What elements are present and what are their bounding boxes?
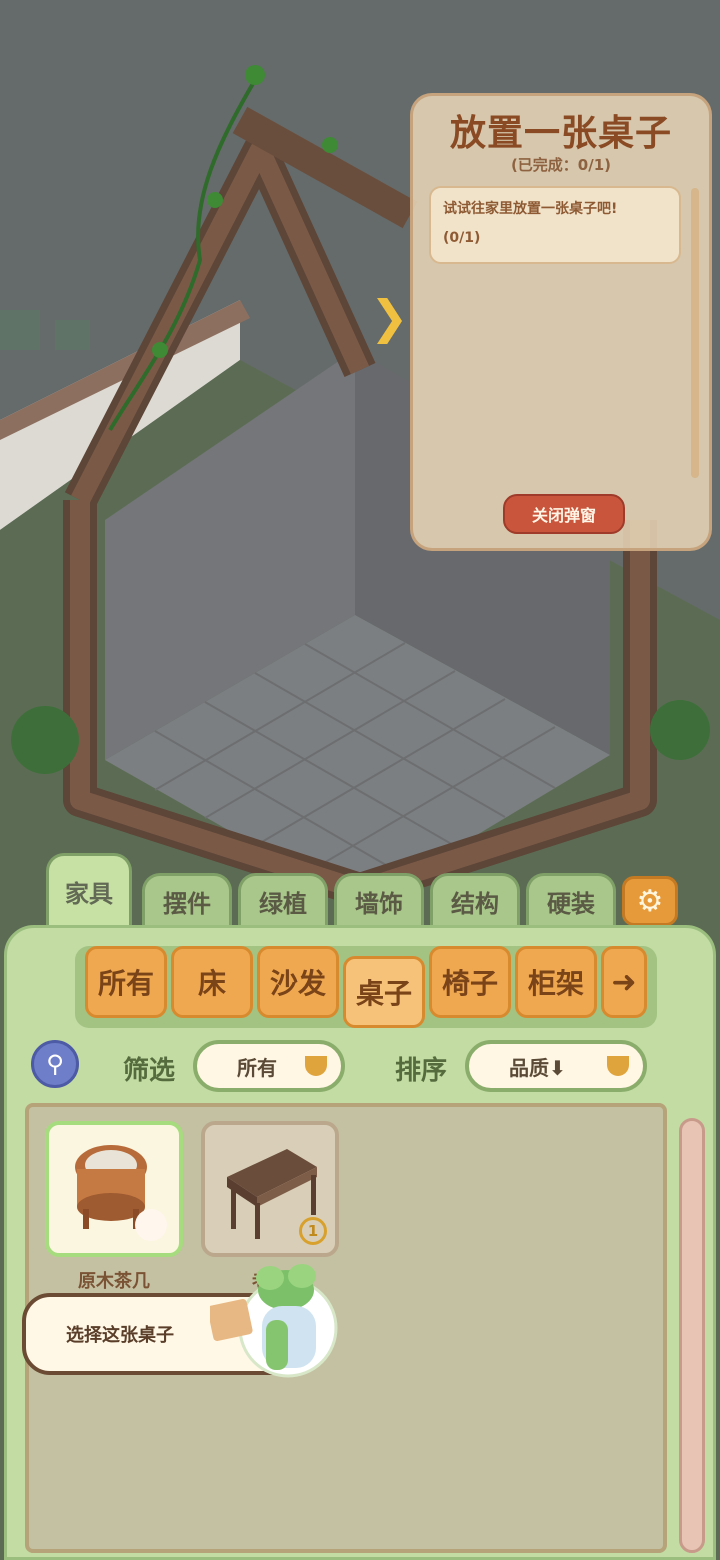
log-coffee-table-icon (75, 1145, 167, 1241)
sort-value: 品质⬇ (509, 1055, 566, 1080)
arrow-right-icon[interactable]: ➜ (601, 946, 647, 1018)
filter-dropdown[interactable]: 所有 (193, 1040, 345, 1092)
tab-hard-decor[interactable]: 硬装 (526, 873, 616, 927)
filter-label: 筛选 (123, 1056, 176, 1086)
tab-ornaments[interactable]: 摆件 (142, 873, 232, 927)
quest-description: 试试往家里放置一张桌子吧! (443, 201, 618, 217)
chevron-down-icon (607, 1056, 629, 1076)
subcat-bed[interactable]: 床 (171, 946, 253, 1018)
chevron-right-icon[interactable]: ❯ (370, 290, 409, 344)
mascot-icon (210, 1264, 338, 1378)
quest-title: 放置一张桌子 (449, 113, 672, 154)
furniture-panel: 所有 床 沙发 桌子 椅子 柜架 ➜ ⚲ 筛选 所有 排序 品质⬇ 原木茶几 1 (4, 925, 716, 1560)
filter-value: 所有 (237, 1055, 277, 1080)
item-card-log-coffee-table[interactable] (45, 1121, 183, 1257)
tab-structure[interactable]: 结构 (430, 873, 520, 927)
magnifier-icon[interactable]: ⚲ (31, 1040, 79, 1088)
subcat-chair[interactable]: 椅子 (429, 946, 511, 1018)
quest-description-box: 试试往家里放置一张桌子吧! (0/1) (429, 186, 681, 264)
sort-dropdown[interactable]: 品质⬇ (465, 1040, 647, 1092)
tutorial-text: 选择这张桌子 (66, 1325, 174, 1346)
item-name: 原木茶几 (78, 1271, 150, 1292)
sort-label: 排序 (395, 1056, 448, 1086)
quest-count: (0/1) (443, 230, 481, 246)
item-count-badge: 1 (299, 1217, 327, 1245)
quest-scrollbar[interactable] (691, 188, 699, 478)
quest-panel: 放置一张桌子 (已完成：0/1) 试试往家里放置一张桌子吧! (0/1) 关闭弹… (410, 93, 712, 551)
tab-wall-decor[interactable]: 墙饰 (334, 873, 424, 927)
subcat-shelf[interactable]: 柜架 (515, 946, 597, 1018)
gear-icon[interactable]: ⚙ (622, 876, 678, 926)
tab-plants[interactable]: 绿植 (238, 873, 328, 927)
chevron-down-icon (305, 1056, 327, 1076)
close-popup-button[interactable]: 关闭弹窗 (503, 494, 625, 534)
item-card-old-desk[interactable]: 1 (201, 1121, 339, 1257)
subcat-table[interactable]: 桌子 (343, 956, 425, 1028)
quest-progress: (已完成：0/1) (510, 156, 612, 174)
tab-furniture[interactable]: 家具 (46, 853, 132, 927)
subcat-all[interactable]: 所有 (85, 946, 167, 1018)
subcat-sofa[interactable]: 沙发 (257, 946, 339, 1018)
inventory-scrollbar[interactable] (679, 1118, 705, 1553)
